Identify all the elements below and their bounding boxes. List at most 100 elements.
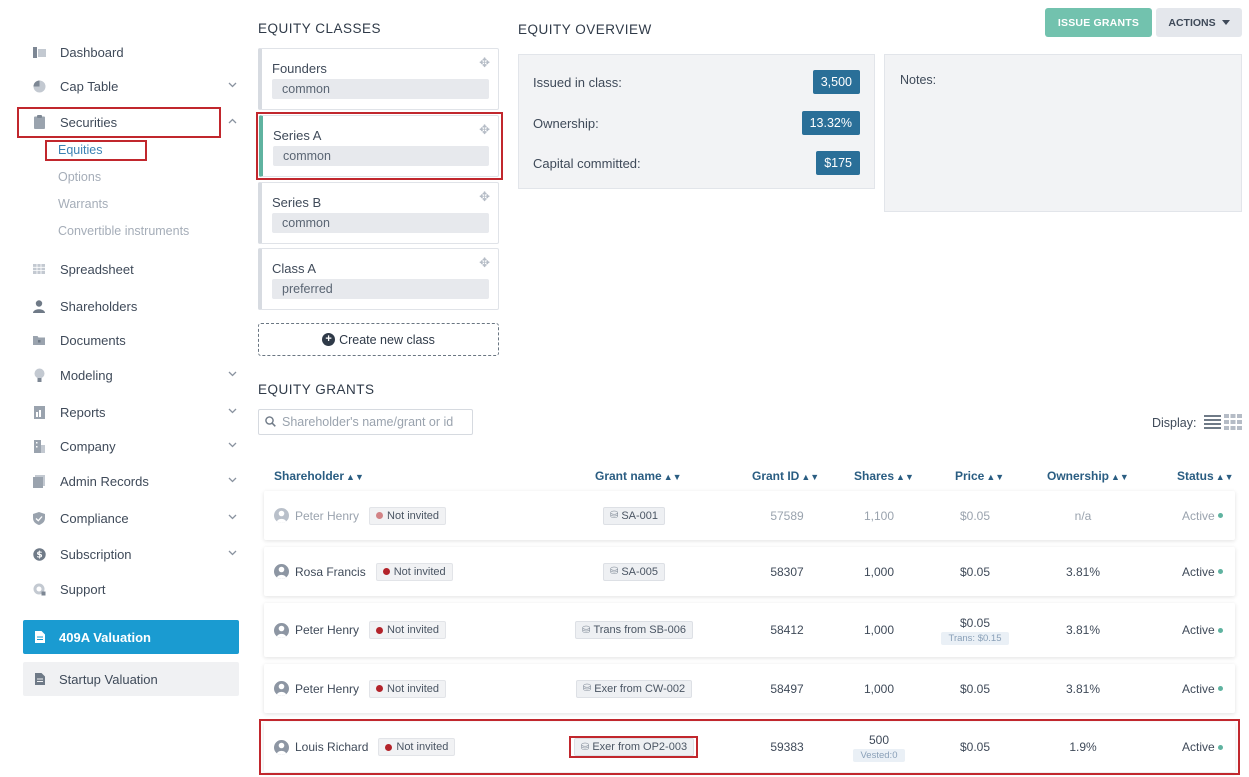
status-cell: Active (1182, 664, 1223, 713)
sidebar-item-admin-records[interactable]: Admin Records (22, 466, 242, 496)
grant-name-label: Exer from OP2-003 (592, 741, 688, 753)
list-view-icon[interactable] (1204, 414, 1221, 430)
sidebar-sub-equities[interactable]: Equities (58, 143, 102, 157)
sidebar-item-compliance[interactable]: Compliance (22, 503, 242, 533)
sidebar-item-shareholders[interactable]: Shareholders (22, 291, 242, 321)
chevron-down-icon[interactable] (226, 511, 238, 523)
shareholder-name[interactable]: Rosa Francis (295, 565, 366, 579)
status-label: Active (1182, 564, 1215, 579)
table-row[interactable]: Peter Henry Not invited ⛁ SA-001 57589 1,… (264, 491, 1235, 540)
column-header-grant-name[interactable]: Grant name ▲▼ (595, 469, 682, 483)
grant-name-tag[interactable]: ⛁ SA-001 (602, 506, 666, 525)
409a-valuation-button[interactable]: 409A Valuation (23, 620, 239, 654)
actions-dropdown-button[interactable]: ACTIONS (1156, 8, 1242, 37)
grant-name-tag[interactable]: ⛁ Exer from CW-002 (575, 679, 693, 698)
invite-status-badge: Not invited (369, 621, 447, 639)
search-input[interactable] (282, 415, 462, 429)
grant-name-tag[interactable]: ⛁ Trans from SB-006 (575, 621, 693, 639)
sidebar: Dashboard Cap Table Securities Equities … (0, 0, 250, 777)
invite-status-badge: Not invited (369, 679, 447, 698)
table-row[interactable]: Rosa Francis Not invited ⛁ SA-005 58307 1… (264, 547, 1235, 596)
chevron-down-icon[interactable] (226, 439, 238, 451)
class-name: Founders (272, 61, 327, 76)
sort-icon: ▲▼ (896, 472, 914, 482)
sidebar-item-documents[interactable]: Documents (22, 325, 242, 355)
chevron-down-icon[interactable] (226, 547, 238, 559)
issued-value: 3,500 (812, 70, 860, 94)
class-name: Series B (272, 195, 322, 210)
actions-label: ACTIONS (1168, 16, 1216, 29)
sidebar-item-support[interactable]: Support (22, 574, 242, 604)
column-header-price[interactable]: Price ▲▼ (955, 469, 1004, 483)
table-row[interactable]: Louis Richard Not invited ⛁ Exer from OP2… (264, 722, 1235, 772)
shareholder-name[interactable]: Peter Henry (295, 509, 359, 523)
invite-status-label: Not invited (387, 682, 440, 695)
sidebar-sub-convertible[interactable]: Convertible instruments (58, 224, 189, 238)
shareholder-name[interactable]: Peter Henry (295, 682, 359, 696)
spreadsheet-icon (32, 262, 46, 276)
table-row[interactable]: Peter Henry Not invited ⛁ Trans from SB-0… (264, 603, 1235, 657)
shareholder-name[interactable]: Peter Henry (295, 623, 359, 637)
grants-search[interactable] (258, 409, 473, 435)
move-icon[interactable]: ✥ (479, 189, 490, 205)
class-card-series-a[interactable]: Series A ✥ common (259, 115, 499, 177)
chevron-down-icon[interactable] (226, 405, 238, 417)
shareholder-cell: Louis Richard Not invited (274, 722, 456, 772)
shield-icon (32, 511, 46, 525)
column-header-shareholder[interactable]: Shareholder ▲▼ (274, 469, 364, 483)
sidebar-item-label: Reports (60, 404, 106, 420)
grant-name-label: SA-005 (621, 565, 659, 578)
move-icon[interactable]: ✥ (479, 55, 490, 71)
sidebar-item-subscription[interactable]: $ Subscription (22, 539, 242, 569)
sidebar-item-cap-table[interactable]: Cap Table (22, 71, 242, 101)
status-dot-icon (1217, 744, 1223, 750)
issue-grants-button[interactable]: ISSUE GRANTS (1045, 8, 1152, 37)
chevron-down-icon[interactable] (226, 474, 238, 486)
class-card-series-b[interactable]: Series B ✥ common (258, 182, 499, 244)
avatar-icon (274, 622, 289, 638)
folder-icon (32, 333, 46, 347)
sidebar-item-label: Subscription (60, 546, 132, 562)
move-icon[interactable]: ✥ (479, 122, 490, 138)
sidebar-item-dashboard[interactable]: Dashboard (22, 37, 242, 67)
column-header-shares[interactable]: Shares ▲▼ (854, 469, 914, 483)
shareholder-cell: Rosa Francis Not invited (274, 547, 453, 596)
shareholder-name[interactable]: Louis Richard (295, 740, 368, 754)
chevron-up-icon[interactable] (226, 115, 238, 127)
create-new-class-button[interactable]: + Create new class (258, 323, 499, 356)
ownership-label: Ownership: (533, 115, 599, 131)
column-header-ownership[interactable]: Ownership ▲▼ (1047, 469, 1129, 483)
transfer-price-tag: Trans: $0.15 (940, 631, 1010, 645)
column-header-grant-id[interactable]: Grant ID ▲▼ (752, 469, 819, 483)
move-icon[interactable]: ✥ (479, 255, 490, 271)
grant-id-cell: 59383 (770, 740, 804, 754)
chevron-down-icon[interactable] (226, 368, 238, 380)
status-dot-icon (1217, 686, 1223, 691)
chevron-down-icon[interactable] (226, 79, 238, 91)
grant-name-tag[interactable]: ⛁ Exer from OP2-003 (573, 738, 695, 756)
grid-view-icon[interactable] (1224, 414, 1242, 430)
ownership-cell: 3.81% (1065, 681, 1101, 696)
grant-name-cell: ⛁ SA-005 (534, 547, 734, 596)
shares-cell: 1,100 (863, 508, 895, 523)
grant-name-tag[interactable]: ⛁ SA-005 (602, 562, 666, 581)
sidebar-item-reports[interactable]: Reports (22, 397, 242, 427)
clipboard-icon (32, 115, 46, 129)
avatar-icon (274, 508, 289, 523)
notes-panel[interactable]: Notes: (884, 54, 1242, 212)
class-card-founders[interactable]: Founders ✥ common (258, 48, 499, 110)
status-dot-icon (385, 743, 393, 751)
sidebar-item-securities[interactable]: Securities (22, 107, 242, 137)
column-header-status[interactable]: Status ▲▼ (1177, 469, 1234, 483)
sort-icon: ▲▼ (986, 472, 1005, 482)
class-card-class-a[interactable]: Class A ✥ preferred (258, 248, 499, 310)
sidebar-item-spreadsheet[interactable]: Spreadsheet (22, 254, 242, 284)
startup-valuation-button[interactable]: Startup Valuation (23, 662, 239, 696)
sidebar-item-company[interactable]: Company (22, 431, 242, 461)
sidebar-item-modeling[interactable]: Modeling (22, 360, 242, 390)
notes-label: Notes: (900, 73, 937, 87)
sidebar-sub-warrants[interactable]: Warrants (58, 197, 108, 211)
invite-status-label: Not invited (393, 565, 446, 578)
sidebar-sub-options[interactable]: Options (58, 170, 101, 184)
table-row[interactable]: Peter Henry Not invited ⛁ Exer from CW-00… (264, 664, 1235, 713)
